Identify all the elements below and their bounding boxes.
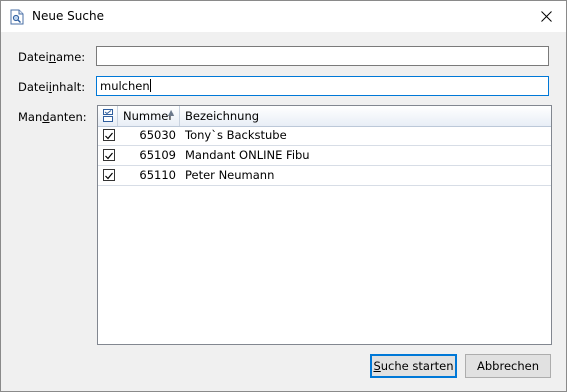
title-bar: Neue Suche [1, 1, 566, 32]
cell-nummer: 65030 [139, 128, 176, 142]
checkmark-icon [105, 132, 113, 140]
column-header-bezeichnung[interactable]: Bezeichnung [180, 106, 551, 126]
checkmark-icon [105, 172, 113, 180]
table-row[interactable]: 65110 Peter Neumann [98, 166, 551, 186]
dialog-window: Neue Suche Dateiname: Dateiinhalt: mulch… [0, 0, 567, 392]
dateiinhalt-value: mulchen [100, 79, 150, 93]
row-checkbox[interactable] [103, 129, 115, 141]
cell-bezeichnung: Tony`s Backstube [185, 128, 287, 142]
table-row[interactable]: 65030 Tony`s Backstube [98, 126, 551, 146]
table-row[interactable]: 65109 Mandant ONLINE Fibu [98, 146, 551, 166]
dateiname-input[interactable] [96, 46, 549, 66]
cell-bezeichnung: Peter Neumann [185, 168, 275, 182]
dateiinhalt-label: Dateiinhalt: [18, 80, 86, 94]
grid-header: Nummer ▲ Bezeichnung [98, 106, 551, 127]
suche-starten-button[interactable]: Suche starten [370, 354, 457, 378]
sort-ascending-icon: ▲ [168, 108, 175, 117]
checkmark-icon [105, 152, 113, 160]
dateiname-label: Dateiname: [18, 50, 86, 64]
cell-bezeichnung: Mandant ONLINE Fibu [185, 148, 310, 162]
select-all-checkbox-icon [103, 109, 113, 122]
select-all-header[interactable] [98, 106, 118, 126]
text-caret [149, 79, 151, 92]
mandanten-label: Mandanten: [18, 110, 87, 124]
dateiinhalt-input[interactable]: mulchen [96, 76, 549, 96]
window-title: Neue Suche [32, 9, 104, 23]
mandanten-grid[interactable]: Nummer ▲ Bezeichnung 65030 Tony`s Backst… [97, 105, 552, 345]
row-checkbox[interactable] [103, 149, 115, 161]
cell-nummer: 65109 [139, 148, 176, 162]
row-checkbox[interactable] [103, 169, 115, 181]
cell-nummer: 65110 [139, 168, 176, 182]
close-button[interactable] [526, 1, 566, 32]
abbrechen-button[interactable]: Abbrechen [465, 354, 551, 378]
search-document-icon [10, 9, 24, 25]
close-icon [540, 11, 552, 22]
column-header-nummer[interactable]: Nummer ▲ [118, 106, 180, 126]
